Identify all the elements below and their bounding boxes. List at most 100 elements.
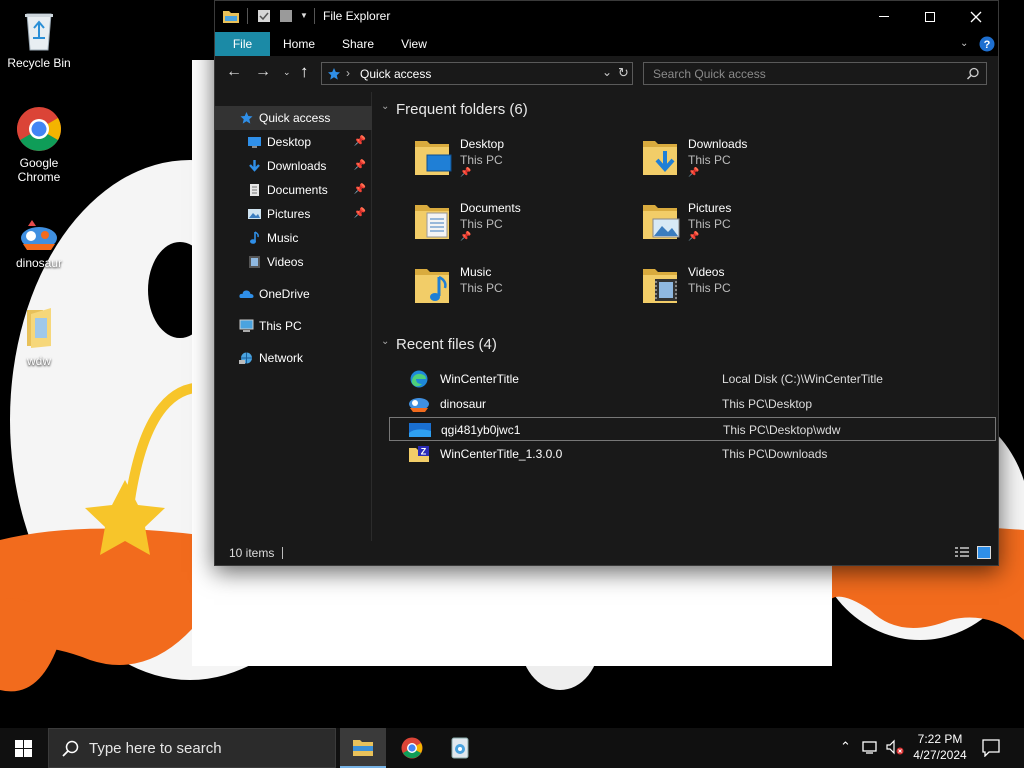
tab-share[interactable]: Share <box>333 32 383 56</box>
nav-item-documents[interactable]: Documents 📌 <box>215 178 372 202</box>
chrome-icon <box>401 737 423 759</box>
tab-view[interactable]: View <box>393 32 435 56</box>
music-icon <box>250 231 259 244</box>
frequent-folder-pictures[interactable]: Pictures This PC 📌 <box>641 197 861 257</box>
frequent-folder-downloads[interactable]: Downloads This PC 📌 <box>641 133 861 193</box>
recent-files-header[interactable]: Recent files (4) <box>396 336 497 353</box>
address-bar[interactable]: › Quick access ⌄ ↻ <box>321 62 633 85</box>
tab-home[interactable]: Home <box>275 32 323 56</box>
recent-file-row[interactable]: WinCenterTitle Local Disk (C:)\WinCenter… <box>389 367 996 391</box>
downloads-folder-icon <box>643 141 677 175</box>
edge-icon <box>410 370 428 388</box>
address-dropdown-chevron-icon[interactable]: ⌄ <box>602 65 612 79</box>
customize-toolbar-chevron-icon[interactable]: ▼ <box>300 11 308 20</box>
content-pane: ⌄ Frequent folders (6) Desktop This PC 📌… <box>373 92 998 542</box>
dinosaur-icon <box>21 220 57 250</box>
nav-item-label: Desktop <box>267 135 312 149</box>
nav-item-label: Videos <box>267 255 304 269</box>
download-icon <box>249 160 260 172</box>
up-arrow-icon[interactable]: ↑ <box>300 62 309 82</box>
recent-file-row[interactable]: dinosaur This PC\Desktop <box>389 392 996 416</box>
refresh-icon[interactable]: ↻ <box>618 65 629 81</box>
frequent-folder-desktop[interactable]: Desktop This PC 📌 <box>413 133 633 193</box>
nav-item-label: Documents <box>267 183 328 197</box>
network-status-icon[interactable] <box>862 740 882 756</box>
pin-icon: 📌 <box>353 160 366 171</box>
tab-file[interactable]: File <box>215 32 270 56</box>
maximize-button[interactable] <box>907 1 953 32</box>
title-bar[interactable]: ▼ File Explorer <box>215 1 998 32</box>
ribbon-tabs: File Home Share View ⌄ ? <box>215 32 998 56</box>
minimize-icon <box>879 16 889 17</box>
folder-name: Videos <box>688 265 725 279</box>
nav-item-network[interactable]: Network <box>215 346 372 370</box>
app-icon <box>451 737 469 759</box>
quick-access-star-icon <box>328 68 340 80</box>
nav-item-this-pc[interactable]: This PC <box>215 314 372 338</box>
recent-locations-chevron-icon[interactable]: ⌄ <box>283 67 291 78</box>
nav-item-label: Music <box>267 231 299 245</box>
folder-location: This PC <box>688 281 731 295</box>
properties-icon[interactable] <box>257 9 271 23</box>
recent-file-row[interactable]: Z WinCenterTitle_1.3.0.0 This PC\Downloa… <box>389 442 996 466</box>
recent-collapse-chevron-icon[interactable]: ⌄ <box>381 336 389 347</box>
title-divider <box>247 8 248 24</box>
close-button[interactable] <box>953 1 999 32</box>
image-file-icon <box>409 423 431 437</box>
desktop-icon-recycle-bin[interactable]: Recycle Bin <box>1 8 77 70</box>
nav-item-desktop[interactable]: Desktop 📌 <box>215 130 372 154</box>
forward-arrow-icon[interactable]: → <box>255 63 271 81</box>
windows-start-icon[interactable] <box>15 740 32 757</box>
new-folder-icon[interactable] <box>279 9 293 23</box>
help-icon[interactable]: ? <box>979 36 995 52</box>
nav-item-videos[interactable]: Videos <box>215 250 372 274</box>
frequent-folder-music[interactable]: Music This PC <box>413 261 633 321</box>
search-box[interactable]: Search Quick access <box>643 62 987 85</box>
document-icon <box>250 184 259 196</box>
pin-icon: 📌 <box>353 208 366 219</box>
close-icon <box>970 11 982 22</box>
search-icon <box>62 740 79 757</box>
desktop-icon-chrome[interactable]: Google Chrome <box>1 106 77 184</box>
folder-location: This PC <box>460 217 503 231</box>
onedrive-icon <box>239 290 254 298</box>
nav-item-pictures[interactable]: Pictures 📌 <box>215 202 372 226</box>
clock[interactable]: 7:22 PM 4/27/2024 <box>910 731 970 763</box>
nav-item-onedrive[interactable]: OneDrive <box>215 282 372 306</box>
taskbar-chrome-button[interactable] <box>389 728 435 768</box>
frequent-folder-videos[interactable]: Videos This PC <box>641 261 861 321</box>
details-view-icon[interactable] <box>955 547 969 559</box>
large-icons-view-icon[interactable] <box>977 546 991 559</box>
volume-muted-icon[interactable] <box>885 739 905 757</box>
desktop-icon-wdw[interactable]: wdw <box>1 306 77 368</box>
notification-icon[interactable] <box>982 739 1000 757</box>
desktop-folder-icon <box>415 141 452 175</box>
explorer-folder-icon <box>223 11 239 23</box>
taskbar-search-box[interactable]: Type here to search <box>48 728 336 768</box>
taskbar-app-button[interactable] <box>437 728 483 768</box>
navigation-pane: Quick access Desktop 📌 Downloads 📌 Docum… <box>215 92 372 542</box>
taskbar-file-explorer-button[interactable] <box>340 728 386 768</box>
nav-item-downloads[interactable]: Downloads 📌 <box>215 154 372 178</box>
taskbar: Type here to search ⌃ 7:22 PM 4/27/2024 <box>0 728 1024 768</box>
folder-name: Downloads <box>688 137 748 151</box>
frequent-collapse-chevron-icon[interactable]: ⌄ <box>381 101 389 112</box>
nav-item-music[interactable]: Music <box>215 226 372 250</box>
frequent-folders-header[interactable]: Frequent folders (6) <box>396 101 528 118</box>
back-arrow-icon[interactable]: ← <box>226 63 242 81</box>
expand-ribbon-chevron-icon[interactable]: ⌄ <box>960 38 968 49</box>
recent-file-row-selected[interactable]: qgi481yb0jwc1 This PC\Desktop\wdw <box>389 417 996 441</box>
pin-icon: 📌 <box>353 136 366 147</box>
taskbar-search-placeholder: Type here to search <box>89 740 222 757</box>
recent-file-name: WinCenterTitle <box>440 372 519 386</box>
minimize-button[interactable] <box>861 1 907 32</box>
status-bar: 10 items <box>215 541 998 565</box>
clock-time: 7:22 PM <box>917 732 963 746</box>
desktop-icon-dinosaur[interactable]: dinosaur <box>1 218 77 270</box>
breadcrumb-quick-access[interactable]: Quick access <box>360 67 431 81</box>
search-icon <box>966 67 979 80</box>
nav-item-quick-access[interactable]: Quick access <box>215 106 372 130</box>
title-divider <box>314 8 315 24</box>
frequent-folder-documents[interactable]: Documents This PC 📌 <box>413 197 633 257</box>
show-hidden-icons-chevron-icon[interactable]: ⌃ <box>840 739 851 755</box>
